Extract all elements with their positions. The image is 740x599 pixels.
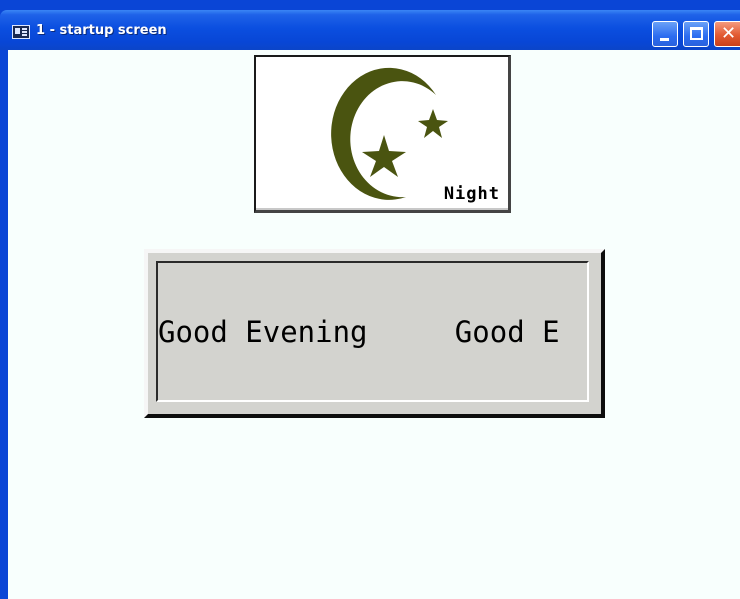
greeting-marquee: Good Evening Good E — [156, 261, 589, 402]
window-title: 1 - startup screen — [36, 23, 167, 38]
minimize-button[interactable] — [652, 21, 678, 47]
large-star-shape — [362, 135, 406, 177]
small-star-shape — [418, 109, 448, 138]
title-bar[interactable]: 1 - startup screen ✕ — [0, 10, 740, 50]
close-icon: ✕ — [721, 23, 737, 44]
crescent-moon-shape — [331, 67, 436, 200]
close-button[interactable]: ✕ — [714, 21, 740, 47]
maximize-button[interactable] — [683, 21, 709, 47]
night-mode-button[interactable]: Night — [254, 55, 511, 213]
window-icon[interactable] — [12, 25, 30, 39]
night-label: Night — [443, 184, 500, 204]
app-window: 1 - startup screen ✕ Night Good Evening … — [0, 0, 740, 599]
greeting-panel: Good Evening Good E — [144, 249, 605, 418]
minimize-icon — [660, 38, 669, 41]
greeting-text: Good Evening Good E — [158, 315, 560, 349]
maximize-icon — [690, 27, 703, 40]
